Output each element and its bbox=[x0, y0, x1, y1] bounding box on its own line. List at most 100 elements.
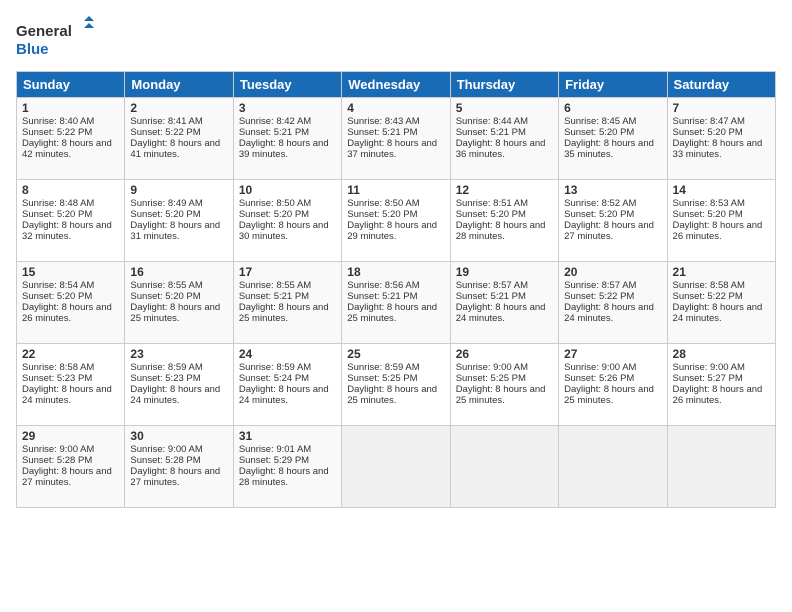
day-cell: 22Sunrise: 8:58 AMSunset: 5:23 PMDayligh… bbox=[17, 344, 125, 426]
sunset-text: Sunset: 5:21 PM bbox=[239, 127, 336, 138]
sunset-text: Sunset: 5:20 PM bbox=[22, 209, 119, 220]
day-cell: 11Sunrise: 8:50 AMSunset: 5:20 PMDayligh… bbox=[342, 180, 450, 262]
day-cell: 25Sunrise: 8:59 AMSunset: 5:25 PMDayligh… bbox=[342, 344, 450, 426]
sunrise-text: Sunrise: 8:55 AM bbox=[130, 280, 227, 291]
sunrise-text: Sunrise: 8:49 AM bbox=[130, 198, 227, 209]
daylight-text: Daylight: 8 hours and 24 minutes. bbox=[673, 302, 770, 324]
daylight-text: Daylight: 8 hours and 25 minutes. bbox=[130, 302, 227, 324]
day-number: 14 bbox=[673, 183, 770, 197]
daylight-text: Daylight: 8 hours and 30 minutes. bbox=[239, 220, 336, 242]
sunset-text: Sunset: 5:22 PM bbox=[130, 127, 227, 138]
sunset-text: Sunset: 5:20 PM bbox=[673, 127, 770, 138]
day-cell: 27Sunrise: 9:00 AMSunset: 5:26 PMDayligh… bbox=[559, 344, 667, 426]
day-number: 8 bbox=[22, 183, 119, 197]
day-cell: 13Sunrise: 8:52 AMSunset: 5:20 PMDayligh… bbox=[559, 180, 667, 262]
col-header-wednesday: Wednesday bbox=[342, 72, 450, 98]
sunrise-text: Sunrise: 8:45 AM bbox=[564, 116, 661, 127]
sunset-text: Sunset: 5:25 PM bbox=[347, 373, 444, 384]
calendar-container: General Blue SundayMondayTuesdayWednesda… bbox=[0, 0, 792, 612]
day-cell: 5Sunrise: 8:44 AMSunset: 5:21 PMDaylight… bbox=[450, 98, 558, 180]
calendar-header-row: SundayMondayTuesdayWednesdayThursdayFrid… bbox=[17, 72, 776, 98]
day-cell: 9Sunrise: 8:49 AMSunset: 5:20 PMDaylight… bbox=[125, 180, 233, 262]
sunrise-text: Sunrise: 9:00 AM bbox=[564, 362, 661, 373]
sunset-text: Sunset: 5:22 PM bbox=[673, 291, 770, 302]
day-number: 13 bbox=[564, 183, 661, 197]
week-row-4: 22Sunrise: 8:58 AMSunset: 5:23 PMDayligh… bbox=[17, 344, 776, 426]
daylight-text: Daylight: 8 hours and 26 minutes. bbox=[673, 384, 770, 406]
day-cell bbox=[667, 426, 775, 508]
logo-svg: General Blue bbox=[16, 16, 96, 61]
sunrise-text: Sunrise: 8:59 AM bbox=[347, 362, 444, 373]
day-cell: 28Sunrise: 9:00 AMSunset: 5:27 PMDayligh… bbox=[667, 344, 775, 426]
daylight-text: Daylight: 8 hours and 27 minutes. bbox=[22, 466, 119, 488]
day-number: 7 bbox=[673, 101, 770, 115]
sunrise-text: Sunrise: 8:48 AM bbox=[22, 198, 119, 209]
day-number: 18 bbox=[347, 265, 444, 279]
col-header-monday: Monday bbox=[125, 72, 233, 98]
daylight-text: Daylight: 8 hours and 33 minutes. bbox=[673, 138, 770, 160]
daylight-text: Daylight: 8 hours and 24 minutes. bbox=[456, 302, 553, 324]
sunrise-text: Sunrise: 8:56 AM bbox=[347, 280, 444, 291]
day-number: 17 bbox=[239, 265, 336, 279]
day-cell: 21Sunrise: 8:58 AMSunset: 5:22 PMDayligh… bbox=[667, 262, 775, 344]
sunset-text: Sunset: 5:20 PM bbox=[130, 209, 227, 220]
sunrise-text: Sunrise: 8:50 AM bbox=[347, 198, 444, 209]
header: General Blue bbox=[16, 16, 776, 61]
sunrise-text: Sunrise: 8:52 AM bbox=[564, 198, 661, 209]
sunrise-text: Sunrise: 9:00 AM bbox=[130, 444, 227, 455]
day-number: 11 bbox=[347, 183, 444, 197]
sunset-text: Sunset: 5:20 PM bbox=[456, 209, 553, 220]
day-cell: 2Sunrise: 8:41 AMSunset: 5:22 PMDaylight… bbox=[125, 98, 233, 180]
day-cell: 29Sunrise: 9:00 AMSunset: 5:28 PMDayligh… bbox=[17, 426, 125, 508]
day-cell: 3Sunrise: 8:42 AMSunset: 5:21 PMDaylight… bbox=[233, 98, 341, 180]
day-cell: 17Sunrise: 8:55 AMSunset: 5:21 PMDayligh… bbox=[233, 262, 341, 344]
day-cell bbox=[559, 426, 667, 508]
daylight-text: Daylight: 8 hours and 39 minutes. bbox=[239, 138, 336, 160]
sunrise-text: Sunrise: 9:00 AM bbox=[456, 362, 553, 373]
sunset-text: Sunset: 5:21 PM bbox=[456, 291, 553, 302]
daylight-text: Daylight: 8 hours and 41 minutes. bbox=[130, 138, 227, 160]
sunrise-text: Sunrise: 8:53 AM bbox=[673, 198, 770, 209]
day-number: 28 bbox=[673, 347, 770, 361]
daylight-text: Daylight: 8 hours and 25 minutes. bbox=[456, 384, 553, 406]
daylight-text: Daylight: 8 hours and 36 minutes. bbox=[456, 138, 553, 160]
day-number: 1 bbox=[22, 101, 119, 115]
sunrise-text: Sunrise: 8:51 AM bbox=[456, 198, 553, 209]
day-number: 27 bbox=[564, 347, 661, 361]
day-number: 19 bbox=[456, 265, 553, 279]
day-cell: 10Sunrise: 8:50 AMSunset: 5:20 PMDayligh… bbox=[233, 180, 341, 262]
sunrise-text: Sunrise: 8:41 AM bbox=[130, 116, 227, 127]
day-cell: 6Sunrise: 8:45 AMSunset: 5:20 PMDaylight… bbox=[559, 98, 667, 180]
day-cell: 26Sunrise: 9:00 AMSunset: 5:25 PMDayligh… bbox=[450, 344, 558, 426]
week-row-1: 1Sunrise: 8:40 AMSunset: 5:22 PMDaylight… bbox=[17, 98, 776, 180]
daylight-text: Daylight: 8 hours and 28 minutes. bbox=[456, 220, 553, 242]
day-number: 9 bbox=[130, 183, 227, 197]
daylight-text: Daylight: 8 hours and 27 minutes. bbox=[130, 466, 227, 488]
sunset-text: Sunset: 5:24 PM bbox=[239, 373, 336, 384]
col-header-saturday: Saturday bbox=[667, 72, 775, 98]
day-number: 30 bbox=[130, 429, 227, 443]
sunset-text: Sunset: 5:21 PM bbox=[456, 127, 553, 138]
sunset-text: Sunset: 5:20 PM bbox=[347, 209, 444, 220]
day-cell bbox=[342, 426, 450, 508]
sunrise-text: Sunrise: 8:44 AM bbox=[456, 116, 553, 127]
daylight-text: Daylight: 8 hours and 42 minutes. bbox=[22, 138, 119, 160]
daylight-text: Daylight: 8 hours and 25 minutes. bbox=[347, 384, 444, 406]
sunset-text: Sunset: 5:22 PM bbox=[564, 291, 661, 302]
day-cell: 30Sunrise: 9:00 AMSunset: 5:28 PMDayligh… bbox=[125, 426, 233, 508]
daylight-text: Daylight: 8 hours and 37 minutes. bbox=[347, 138, 444, 160]
sunrise-text: Sunrise: 8:58 AM bbox=[673, 280, 770, 291]
sunset-text: Sunset: 5:21 PM bbox=[347, 127, 444, 138]
sunset-text: Sunset: 5:28 PM bbox=[130, 455, 227, 466]
day-cell: 20Sunrise: 8:57 AMSunset: 5:22 PMDayligh… bbox=[559, 262, 667, 344]
day-cell: 15Sunrise: 8:54 AMSunset: 5:20 PMDayligh… bbox=[17, 262, 125, 344]
day-cell: 14Sunrise: 8:53 AMSunset: 5:20 PMDayligh… bbox=[667, 180, 775, 262]
day-number: 31 bbox=[239, 429, 336, 443]
daylight-text: Daylight: 8 hours and 25 minutes. bbox=[347, 302, 444, 324]
day-cell: 12Sunrise: 8:51 AMSunset: 5:20 PMDayligh… bbox=[450, 180, 558, 262]
sunset-text: Sunset: 5:20 PM bbox=[239, 209, 336, 220]
day-cell: 31Sunrise: 9:01 AMSunset: 5:29 PMDayligh… bbox=[233, 426, 341, 508]
sunrise-text: Sunrise: 8:59 AM bbox=[239, 362, 336, 373]
sunset-text: Sunset: 5:28 PM bbox=[22, 455, 119, 466]
sunrise-text: Sunrise: 8:54 AM bbox=[22, 280, 119, 291]
